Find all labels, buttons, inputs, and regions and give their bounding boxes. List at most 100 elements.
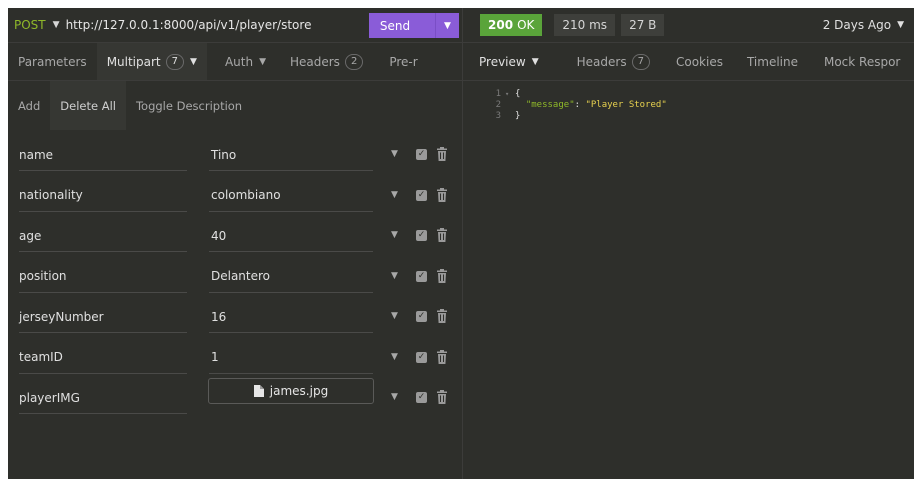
chevron-down-icon[interactable]: ▼ <box>391 352 398 362</box>
param-row: jerseyNumber 16 ▼ ✓ <box>8 301 463 342</box>
tab-auth[interactable]: Auth ▼ <box>207 43 276 80</box>
tab-multipart[interactable]: Multipart 7 ▼ <box>96 43 207 80</box>
trash-icon[interactable] <box>436 147 448 161</box>
json-key: "message" <box>525 99 575 110</box>
tab-pre-request[interactable]: Pre-r <box>373 43 427 80</box>
tab-timeline[interactable]: Timeline <box>733 43 808 80</box>
chevron-down-icon: ▼ <box>259 56 266 67</box>
param-name-input[interactable]: position <box>19 261 187 293</box>
trash-icon[interactable] <box>436 268 448 283</box>
toggle-description-button[interactable]: Toggle Description <box>126 81 252 130</box>
add-button[interactable]: Add <box>8 81 50 130</box>
file-name: james.jpg <box>269 384 329 398</box>
count-badge: 7 <box>631 53 650 70</box>
trash-icon[interactable] <box>436 349 448 364</box>
file-picker-button[interactable]: james.jpg <box>208 378 374 404</box>
response-size: 27 B <box>621 14 665 36</box>
tab-label: Parameters <box>18 54 87 69</box>
history-label: 2 Days Ago <box>822 18 892 32</box>
chevron-down-icon[interactable]: ▼ <box>391 392 398 402</box>
tab-label: Cookies <box>675 54 723 69</box>
checkbox-checked-icon[interactable]: ✓ <box>416 351 427 363</box>
tab-label: Multipart <box>106 54 161 69</box>
param-row: age 40 ▼ ✓ <box>8 220 463 261</box>
chevron-down-icon[interactable]: ▼ <box>391 190 398 200</box>
checkbox-checked-icon[interactable]: ✓ <box>416 311 427 322</box>
status-code: 200 <box>488 18 514 32</box>
history-dropdown[interactable]: 2 Days Ago ▼ <box>823 8 904 42</box>
param-value-input[interactable]: 40 <box>209 220 373 252</box>
param-name-input[interactable]: nationality <box>19 180 187 212</box>
tab-label: Headers <box>576 54 627 69</box>
param-row: name Tino ▼ ✓ <box>8 139 463 180</box>
method-label: POST <box>14 18 46 32</box>
code-line: 3} <box>463 110 914 121</box>
param-value-input[interactable]: Delantero <box>209 261 373 293</box>
response-body-viewer[interactable]: 1 ▾{2 "message": "Player Stored" 3} <box>463 88 914 121</box>
trash-icon[interactable] <box>436 390 448 404</box>
response-tabs: Preview ▼ Headers 7 Cookies Timeline Moc… <box>463 43 914 81</box>
fold-icon[interactable]: ▾ <box>505 90 515 98</box>
json-string-value: "Player Stored" <box>585 99 667 110</box>
param-value-input[interactable]: 16 <box>209 301 373 333</box>
param-row: teamID 1 ▼ ✓ <box>8 342 463 383</box>
send-dropdown-icon[interactable]: ▼ <box>435 13 459 38</box>
tab-parameters[interactable]: Parameters <box>8 43 97 80</box>
response-time: 210 ms <box>554 14 616 36</box>
tab-preview[interactable]: Preview ▼ <box>463 43 549 80</box>
param-value-input[interactable]: 1 <box>209 342 373 374</box>
tab-mock-response[interactable]: Mock Respor <box>808 43 910 80</box>
trash-icon[interactable] <box>436 187 448 202</box>
chevron-down-icon: ▼ <box>897 20 904 30</box>
chevron-down-icon[interactable]: ▼ <box>391 230 398 240</box>
request-tabs: Parameters Multipart 7 ▼ Auth ▼ Headers … <box>8 43 462 81</box>
chevron-down-icon[interactable]: ▼ <box>391 311 398 321</box>
tab-response-headers[interactable]: Headers 7 <box>549 43 660 80</box>
response-pane: 200 OK 210 ms 27 B 2 Days Ago ▼ Preview … <box>463 8 914 479</box>
trash-icon[interactable] <box>436 309 448 323</box>
url-bar: POST ▼ http://127.0.0.1:8000/api/v1/play… <box>8 8 462 43</box>
param-value-input[interactable]: Tino <box>209 139 373 171</box>
status-badge: 200 OK <box>480 14 543 36</box>
tab-cookies[interactable]: Cookies <box>660 43 733 80</box>
checkbox-checked-icon[interactable]: ✓ <box>416 392 427 403</box>
send-button[interactable]: Send ▼ <box>369 13 459 38</box>
checkbox-checked-icon[interactable]: ✓ <box>416 189 427 201</box>
line-number: 3 <box>495 110 501 121</box>
trash-icon[interactable] <box>436 228 448 242</box>
line-number: 1 <box>495 88 501 99</box>
tab-headers[interactable]: Headers 2 <box>276 43 373 80</box>
tab-label: Mock Respor <box>823 54 901 69</box>
param-name-input[interactable]: age <box>19 220 187 252</box>
chevron-down-icon[interactable]: ▼ <box>391 271 398 281</box>
delete-all-button[interactable]: Delete All <box>50 81 126 130</box>
tab-label: Headers <box>289 54 340 69</box>
param-name-input[interactable]: jerseyNumber <box>19 301 187 333</box>
request-pane: POST ▼ http://127.0.0.1:8000/api/v1/play… <box>8 8 463 479</box>
method-selector[interactable]: POST ▼ <box>8 18 62 32</box>
response-status-bar: 200 OK 210 ms 27 B 2 Days Ago ▼ <box>463 8 914 43</box>
checkbox-checked-icon[interactable]: ✓ <box>416 230 427 241</box>
chevron-down-icon[interactable]: ▼ <box>391 149 398 159</box>
chevron-down-icon: ▼ <box>531 56 539 67</box>
params-list: name Tino ▼ ✓ nationality colombiano ▼ ✓ age 40 ▼ ✓… <box>8 139 463 423</box>
param-row: playerIMG james.jpg ▼ ✓ <box>8 378 463 423</box>
chevron-down-icon: ▼ <box>52 20 60 30</box>
param-name-input[interactable]: playerIMG <box>19 382 187 414</box>
json-separator: : <box>574 99 586 110</box>
tab-label: Preview <box>479 54 526 69</box>
checkbox-checked-icon[interactable]: ✓ <box>416 270 427 282</box>
param-name-input[interactable]: teamID <box>19 342 187 374</box>
chevron-down-icon: ▼ <box>190 56 197 67</box>
url-input[interactable]: http://127.0.0.1:8000/api/v1/player/stor… <box>66 18 312 32</box>
count-badge: 7 <box>165 53 185 70</box>
send-label: Send <box>379 18 411 33</box>
param-value-input[interactable]: colombiano <box>209 180 373 212</box>
checkbox-checked-icon[interactable]: ✓ <box>416 149 427 160</box>
app-window: POST ▼ http://127.0.0.1:8000/api/v1/play… <box>8 8 914 479</box>
tab-label: Auth <box>224 54 254 69</box>
param-name-input[interactable]: name <box>19 139 187 171</box>
count-badge: 2 <box>344 53 364 70</box>
code-line: 1 ▾{ <box>463 88 914 99</box>
params-toolbar: Add Delete All Toggle Description <box>8 81 462 130</box>
